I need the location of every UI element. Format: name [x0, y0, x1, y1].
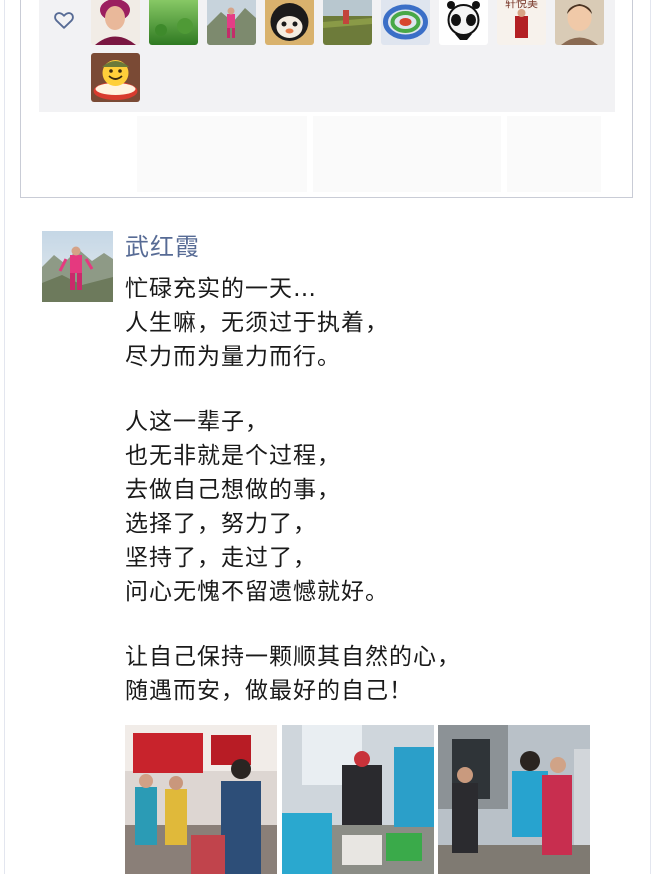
calligraphy-text: 轩悦美: [505, 0, 538, 10]
text-line: 尽力而为量力而行。: [125, 344, 341, 370]
text-line: 让自己保持一颗顺其自然的心，: [125, 644, 461, 670]
heart-outline-icon: [54, 12, 74, 29]
text-line: 也无非就是个过程，: [125, 443, 341, 469]
author-name[interactable]: 武红霞: [125, 229, 200, 265]
liker-avatar-4[interactable]: [265, 0, 314, 45]
text-line: 人这一辈子，: [125, 409, 269, 435]
liker-avatar-3[interactable]: [207, 0, 256, 45]
post-photo-2[interactable]: [282, 725, 434, 874]
liker-avatar-1[interactable]: [91, 0, 140, 45]
author-avatar[interactable]: [42, 231, 113, 302]
liker-avatar-9[interactable]: [555, 0, 604, 45]
previous-post-card: 轩悦美: [20, 0, 633, 198]
text-line: 随遇而安，做最好的自己！: [125, 678, 413, 704]
moments-feed: 轩悦美 武红霞 忙碌充实的一天… 人生嘛，无须过于执着， 尽力而为量力而行。 人…: [0, 0, 655, 874]
text-line: 坚持了，走过了，: [125, 545, 317, 571]
liker-avatar-6[interactable]: [381, 0, 430, 45]
liker-avatar-5[interactable]: [323, 0, 372, 45]
text-line: 问心无愧不留遗憾就好。: [125, 579, 389, 605]
text-line: 人生嘛，无须过于执着，: [125, 310, 389, 336]
post-photo-3[interactable]: [438, 725, 590, 874]
post-photo-1[interactable]: [125, 725, 277, 874]
faded-image-placeholder: [313, 116, 501, 192]
liker-avatar-8[interactable]: 轩悦美: [497, 0, 546, 45]
moment-post: 武红霞 忙碌充实的一天… 人生嘛，无须过于执着， 尽力而为量力而行。 人这一辈子…: [0, 200, 655, 874]
text-line: 去做自己想做的事，: [125, 477, 341, 503]
liker-avatar-7[interactable]: [439, 0, 488, 45]
likes-panel: 轩悦美: [39, 0, 615, 112]
faded-image-placeholder: [507, 116, 601, 192]
liker-avatar-2[interactable]: [149, 0, 198, 45]
text-line: 选择了，努力了，: [125, 511, 317, 537]
text-line: 忙碌充实的一天…: [125, 276, 317, 302]
faded-image-placeholder: [137, 116, 307, 192]
post-text: 忙碌充实的一天… 人生嘛，无须过于执着， 尽力而为量力而行。 人这一辈子， 也无…: [125, 272, 615, 708]
liker-avatar-10[interactable]: [91, 53, 140, 102]
